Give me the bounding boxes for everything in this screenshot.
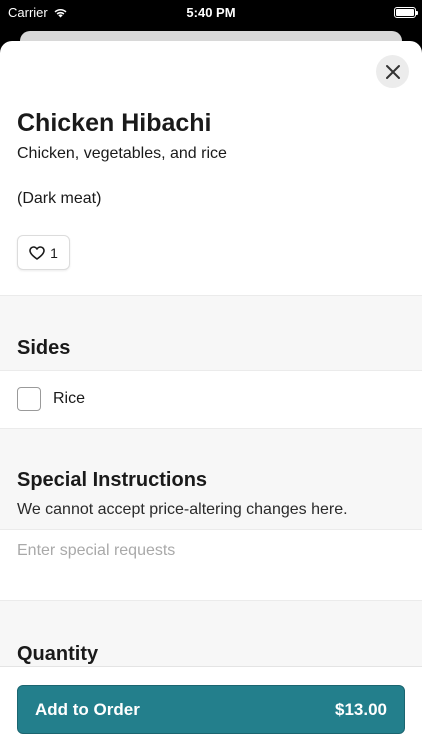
- bottom-bar: Add to Order $13.00: [0, 666, 422, 750]
- add-to-order-button[interactable]: Add to Order $13.00: [17, 685, 405, 734]
- close-icon: [385, 64, 400, 79]
- item-note: (Dark meat): [17, 190, 102, 207]
- rice-checkbox[interactable]: [17, 387, 41, 411]
- carrier-label: Carrier: [8, 4, 48, 20]
- special-instructions-field[interactable]: [0, 530, 422, 601]
- side-option-label: Rice: [53, 390, 86, 407]
- item-description: Chicken, vegetables, and rice: [17, 145, 227, 162]
- status-left: Carrier: [8, 5, 68, 20]
- item-sheet: Chicken Hibachi Chicken, vegetables, and…: [0, 41, 422, 750]
- side-option-rice[interactable]: Rice: [0, 371, 422, 429]
- like-count: 1: [50, 244, 58, 261]
- sides-header: Sides: [0, 296, 422, 371]
- order-price: $13.00: [335, 699, 387, 719]
- battery-fill: [396, 8, 414, 16]
- wifi-icon: [54, 8, 67, 17]
- heart-icon: [29, 245, 45, 260]
- quantity-title: Quantity: [17, 643, 99, 665]
- sides-title: Sides: [17, 337, 71, 359]
- close-button[interactable]: [376, 55, 409, 88]
- add-to-order-label: Add to Order: [35, 699, 140, 719]
- special-instructions-title: Special Instructions: [17, 469, 208, 491]
- like-button[interactable]: 1: [17, 235, 70, 270]
- item-title: Chicken Hibachi: [17, 109, 212, 137]
- special-instructions-input[interactable]: [17, 542, 407, 560]
- special-instructions-subtitle: We cannot accept price-altering changes …: [17, 501, 348, 518]
- status-bar: Carrier 5:40 PM: [0, 0, 422, 24]
- battery-icon: [394, 6, 418, 18]
